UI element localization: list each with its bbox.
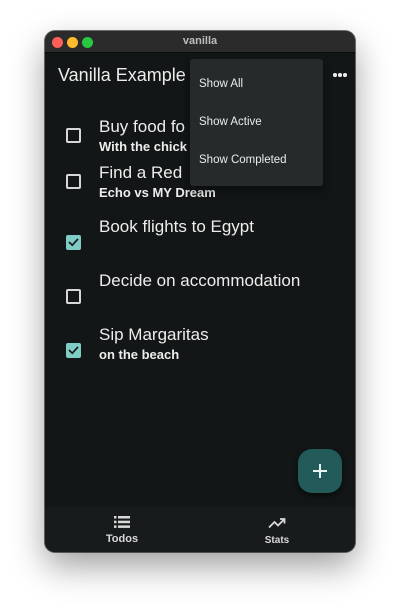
todo-checkbox[interactable] <box>66 128 81 143</box>
todo-item[interactable]: Sip Margaritas on the beach <box>45 325 355 375</box>
add-todo-button[interactable] <box>298 449 342 493</box>
app-window: vanilla Vanilla Example Buy food fo With… <box>45 31 355 552</box>
todo-note: With the chick <box>99 139 188 154</box>
filter-menu: Show All Show Active Show Completed <box>190 59 323 186</box>
menu-item-show-all[interactable]: Show All <box>199 78 243 90</box>
nav-item-todos[interactable]: Todos <box>82 507 162 552</box>
trending-up-icon <box>268 518 286 529</box>
plus-icon <box>313 464 327 478</box>
list-icon <box>114 516 130 528</box>
nav-item-stats[interactable]: Stats <box>237 507 317 552</box>
todo-checkbox[interactable] <box>66 289 81 304</box>
more-horizontal-icon[interactable] <box>333 69 347 81</box>
window-titlebar[interactable]: vanilla <box>45 31 355 53</box>
todo-checkbox-checked[interactable] <box>66 235 81 250</box>
todo-title: Decide on accommodation <box>99 271 301 290</box>
nav-label-stats: Stats <box>264 535 290 546</box>
todo-item[interactable]: Book flights to Egypt <box>45 217 355 261</box>
todo-title: Buy food fo <box>99 117 186 136</box>
todo-title: Book flights to Egypt <box>99 217 254 236</box>
check-icon <box>68 238 79 247</box>
nav-label-todos: Todos <box>105 533 139 545</box>
menu-item-show-active[interactable]: Show Active <box>199 116 262 128</box>
bottom-nav: Todos Stats <box>45 507 355 552</box>
window-title: vanilla <box>182 35 218 47</box>
todo-note: on the beach <box>99 347 180 362</box>
todo-note: Echo vs MY Dream <box>99 185 216 200</box>
todo-title: Sip Margaritas <box>99 325 209 344</box>
todo-checkbox-checked[interactable] <box>66 343 81 358</box>
page-title: Vanilla Example <box>58 65 186 85</box>
todo-item[interactable]: Decide on accommodation <box>45 271 355 315</box>
check-icon <box>68 346 79 355</box>
todo-checkbox[interactable] <box>66 174 81 189</box>
menu-item-show-completed[interactable]: Show Completed <box>199 154 287 166</box>
todo-title: Find a Red <box>99 163 183 182</box>
